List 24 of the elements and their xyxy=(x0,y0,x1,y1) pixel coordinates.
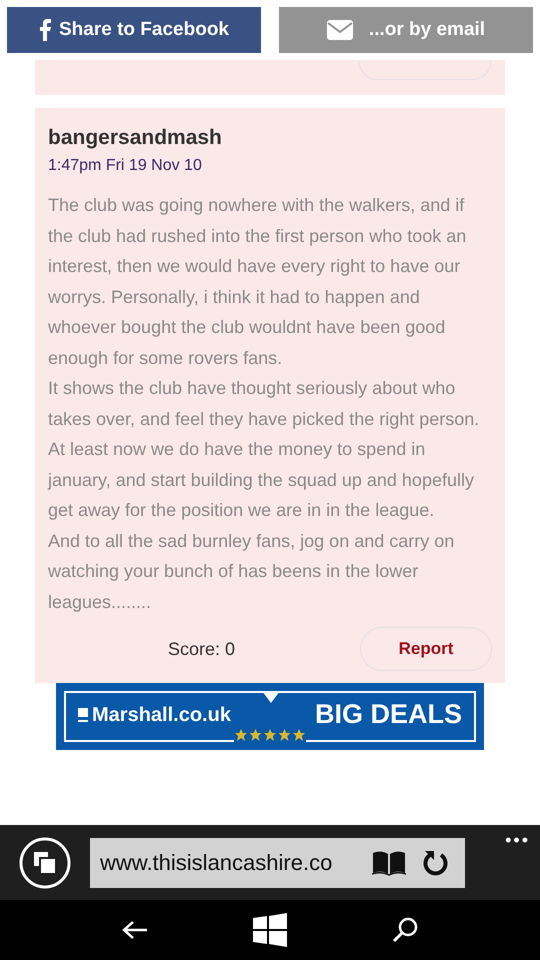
comment-paragraph: At least now we do have the money to spend in january, and start building the squad up and hopefully get away for the position we are in in the league. xyxy=(48,438,475,522)
windows-logo-icon[interactable] xyxy=(252,913,287,947)
comment-paragraph: And to all the sad burnley fans, jog on and carry on watching your bunch of has beens in the lower leagues........ xyxy=(48,530,456,614)
more-menu[interactable]: ••• xyxy=(505,827,530,854)
comment-timestamp: 1:47pm Fri 19 Nov 10 xyxy=(48,156,203,176)
envelope-icon xyxy=(326,20,353,40)
refresh-icon[interactable] xyxy=(422,850,448,876)
tabs-icon[interactable] xyxy=(19,836,71,888)
facebook-icon xyxy=(39,19,51,41)
pointer-icon xyxy=(262,691,280,703)
book-icon[interactable] xyxy=(372,850,406,876)
url-text: www.thisislancashire.co xyxy=(100,849,334,877)
advert-banner[interactable]: Marshall.co.uk BIG DEALS xyxy=(56,683,484,750)
comment-paragraph: The club was going nowhere with the walkers, and if the club had rushed into the first person who took an interest, then we would have every right to have our worrys. Personally, i think it had to happen and whoever bought the club wouldnt have been good enough for some rovers fans. xyxy=(48,194,468,370)
report-button[interactable]: Report xyxy=(360,627,492,671)
advert-brand: Marshall.co.uk xyxy=(78,700,231,730)
back-icon[interactable] xyxy=(122,921,148,939)
comment-author: bangersandmash xyxy=(48,125,223,151)
advert-headline: BIG DEALS xyxy=(314,698,462,732)
facebook-share-button[interactable]: Share to Facebook xyxy=(7,7,261,53)
comment-score: Score: 0 xyxy=(168,638,236,660)
search-icon[interactable] xyxy=(392,917,418,943)
address-bar[interactable]: www.thisislancashire.co xyxy=(90,838,465,888)
comment-paragraph: It shows the club have thought seriously about who takes over, and feel they have picked the right person. xyxy=(48,377,480,431)
